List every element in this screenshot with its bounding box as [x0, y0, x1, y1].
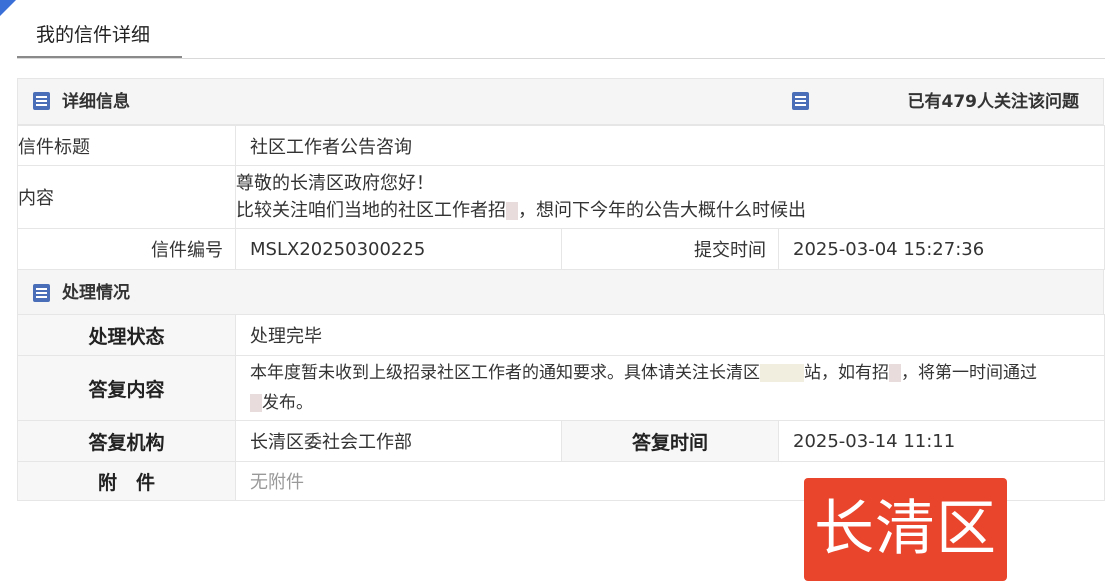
redaction-mark	[760, 364, 804, 382]
redaction-mark	[889, 364, 901, 382]
subject-label: 信件标题	[17, 125, 236, 166]
reply-line-2: 发布。	[250, 388, 1104, 418]
submit-time-value: 2025-03-04 15:27:36	[778, 228, 1105, 270]
status-label: 处理状态	[17, 314, 236, 356]
document-icon	[33, 284, 50, 302]
reply-time-value: 2025-03-14 11:11	[778, 420, 1105, 462]
redaction-mark	[250, 394, 262, 412]
content-line-2: 比较关注咱们当地的社区工作者招 ，想问下今年的公告大概什么时候出	[236, 200, 807, 221]
org-value: 长清区委社会工作部	[235, 420, 562, 462]
content-value: 尊敬的长清区政府您好！ 比较关注咱们当地的社区工作者招 ，想问下今年的公告大概什么…	[235, 165, 1105, 229]
attachment-label: 附 件	[17, 461, 236, 501]
process-table: 处理状态 处理完毕 答复内容 本年度暂未收到上级招录社区工作者的通知要求。具体请…	[17, 314, 1105, 501]
status-value: 处理完毕	[235, 314, 1105, 356]
corner-decoration	[0, 0, 16, 16]
detail-section-header: 详细信息 已有479人关注该问题	[17, 78, 1104, 125]
reply-label: 答复内容	[17, 355, 236, 421]
process-section-title: 处理情况	[62, 283, 130, 303]
redaction-mark	[506, 202, 518, 220]
content-label: 内容	[17, 165, 236, 229]
process-section-header: 处理情况	[17, 269, 1104, 315]
document-icon	[792, 92, 809, 110]
org-label: 答复机构	[17, 420, 236, 462]
tab-bar: 我的信件详细	[17, 13, 1105, 59]
submit-time-label: 提交时间	[561, 228, 779, 270]
followers-count: 已有479人关注该问题	[907, 92, 1080, 112]
tab-my-letter-detail[interactable]: 我的信件详细	[17, 13, 182, 58]
reply-time-label: 答复时间	[561, 420, 779, 462]
district-watermark-badge: 长清区	[804, 478, 1007, 581]
letter-detail-table: 信件标题 社区工作者公告咨询 内容 尊敬的长清区政府您好！ 比较关注咱们当地的社…	[17, 125, 1105, 270]
reply-value: 本年度暂未收到上级招录社区工作者的通知要求。具体请关注长清区 站，如有招 ，将第一时…	[235, 355, 1105, 421]
content-line-1: 尊敬的长清区政府您好！	[236, 173, 435, 194]
reply-line-1: 本年度暂未收到上级招录社区工作者的通知要求。具体请关注长清区 站，如有招 ，将第一时…	[250, 363, 1037, 383]
subject-value: 社区工作者公告咨询	[235, 125, 1105, 166]
number-label: 信件编号	[17, 228, 236, 270]
document-icon	[33, 92, 50, 110]
detail-section-title: 详细信息	[62, 92, 130, 112]
number-value: MSLX20250300225	[235, 228, 562, 270]
